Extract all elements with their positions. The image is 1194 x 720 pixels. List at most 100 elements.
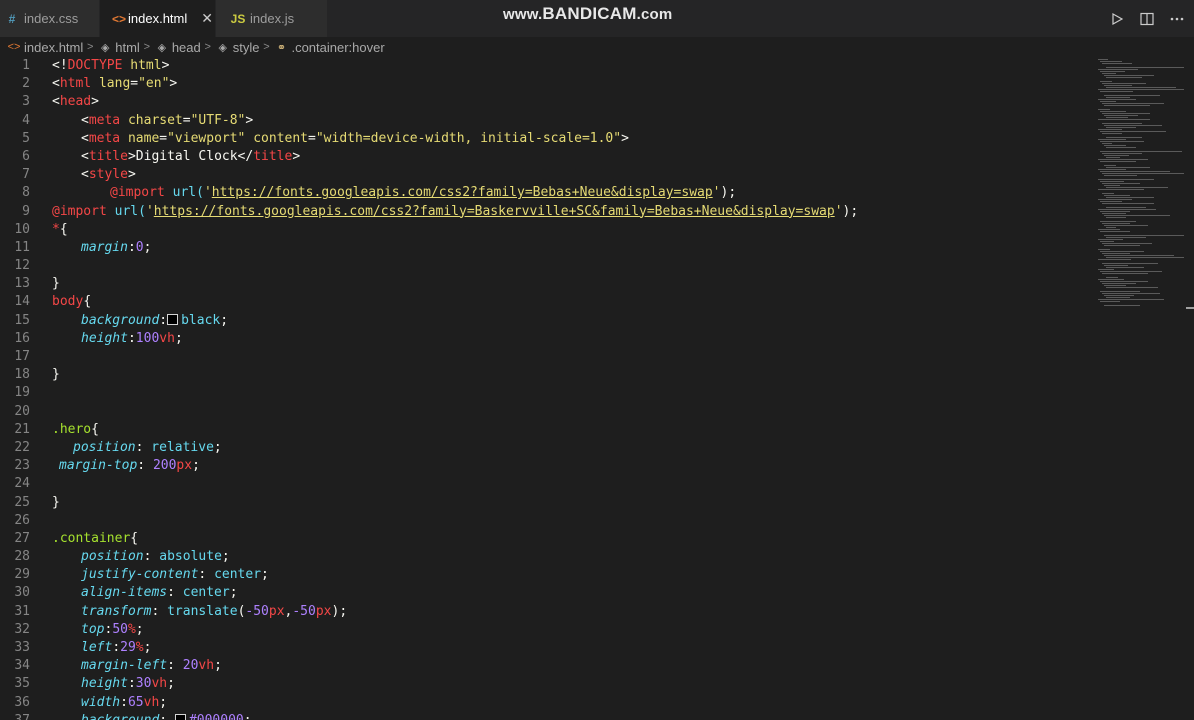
- recording-watermark: www.BANDICAM.com: [503, 4, 673, 23]
- minimap-line: [1098, 279, 1124, 280]
- line-number: 13: [14, 276, 30, 292]
- minimap-line: [1106, 287, 1158, 288]
- minimap-line: [1104, 265, 1128, 266]
- minimap-line: [1104, 235, 1184, 236]
- line-number: 23: [14, 458, 30, 474]
- line-number: 14: [14, 294, 30, 310]
- minimap-line: [1098, 99, 1136, 100]
- line-number: 32: [14, 621, 30, 637]
- line-number: 2: [22, 76, 30, 92]
- minimap-line: [1104, 85, 1132, 86]
- code-line-5: <meta name="viewport" content="width=dev…: [81, 130, 629, 146]
- tab-index-js[interactable]: JS index.js: [216, 0, 328, 37]
- minimap-line: [1098, 189, 1144, 190]
- minimap-line: [1106, 297, 1130, 298]
- minimap-line: [1104, 155, 1129, 156]
- minimap-line: [1098, 89, 1184, 90]
- code-line-37: background: #000000;: [52, 712, 858, 720]
- line-number: 8: [22, 185, 30, 201]
- code-line-30: align-items: center;: [81, 585, 238, 601]
- minimap-line: [1106, 127, 1136, 128]
- tab-index-html[interactable]: <> index.html ✕: [100, 0, 216, 37]
- line-number: 18: [14, 367, 30, 383]
- minimap-line: [1106, 207, 1146, 208]
- minimap-line: [1104, 185, 1120, 186]
- code-line-2: <html lang="en">: [52, 76, 178, 92]
- split-editor-button[interactable]: [1134, 7, 1160, 31]
- code-line-1: <!DOCTYPE html>: [52, 58, 170, 73]
- code-editor[interactable]: 1 2 3 4 5 6 7 8 9 10 11 12 13 14 15 16 17 18 19 20 21 22 23 24 2…: [0, 57, 1090, 720]
- minimap-line: [1106, 137, 1142, 138]
- minimap-line: [1104, 295, 1134, 296]
- minimap-line: [1098, 179, 1154, 180]
- code-line-4: <meta charset="UTF-8">: [81, 112, 254, 128]
- run-button[interactable]: [1104, 7, 1130, 31]
- minimap-line: [1106, 117, 1128, 118]
- breadcrumb-item-file[interactable]: <> index.html: [6, 40, 84, 55]
- tab-label: index.js: [250, 11, 295, 26]
- play-icon: [1112, 12, 1123, 25]
- line-number: 20: [14, 403, 30, 419]
- line-number: 30: [14, 585, 30, 601]
- minimap-line: [1106, 267, 1144, 268]
- minimap[interactable]: [1094, 57, 1186, 720]
- code-line-32: top:50%;: [81, 621, 144, 637]
- minimap-line: [1104, 75, 1154, 76]
- breadcrumb-item-head[interactable]: ◈ head: [154, 40, 201, 55]
- minimap-line: [1102, 273, 1148, 274]
- minimap-line: [1104, 115, 1138, 116]
- minimap-line: [1098, 119, 1150, 120]
- minimap-line: [1100, 201, 1122, 202]
- minimap-line: [1106, 97, 1130, 98]
- line-number: 33: [14, 640, 30, 655]
- breadcrumb-item-selector[interactable]: ⚭ .container:hover: [273, 40, 385, 55]
- symbol-icon: ⚭: [276, 41, 287, 54]
- breadcrumb-item-style[interactable]: ◈ style: [215, 40, 260, 55]
- minimap-line: [1098, 229, 1120, 230]
- js-file-icon: JS: [230, 11, 246, 26]
- minimap-line: [1100, 221, 1136, 222]
- minimap-line: [1106, 227, 1116, 228]
- minimap-line: [1102, 213, 1126, 214]
- color-swatch[interactable]: [167, 313, 179, 325]
- scrollbar-position-marker[interactable]: [1186, 307, 1194, 309]
- minimap-line: [1098, 239, 1123, 240]
- line-number: 25: [14, 494, 30, 510]
- line-number: 3: [22, 94, 30, 110]
- minimap-line: [1100, 181, 1124, 182]
- chevron-right-icon: >: [204, 41, 211, 53]
- line-number: 15: [14, 312, 30, 328]
- minimap-line: [1102, 133, 1122, 134]
- minimap-line: [1100, 301, 1120, 302]
- minimap-line: [1104, 305, 1140, 306]
- breadcrumb-item-html[interactable]: ◈ html: [97, 40, 140, 55]
- code-line-10: *{: [52, 221, 68, 237]
- code-area[interactable]: <!DOCTYPE html> <html lang="en"> <head> …: [52, 57, 858, 720]
- minimap-line: [1104, 255, 1174, 256]
- minimap-line: [1104, 125, 1162, 126]
- chevron-right-icon: >: [143, 41, 151, 53]
- tab-index-css[interactable]: # index.css: [0, 0, 100, 37]
- minimap-line: [1104, 215, 1170, 216]
- color-swatch[interactable]: [174, 713, 186, 720]
- minimap-line: [1102, 73, 1116, 74]
- code-line-21: .hero{: [52, 421, 99, 437]
- line-number: 11: [14, 239, 30, 255]
- line-number: 10: [14, 221, 30, 237]
- more-actions-button[interactable]: [1164, 7, 1190, 31]
- code-line-13: }: [52, 276, 60, 292]
- minimap-line: [1100, 81, 1112, 82]
- line-number: 27: [14, 530, 30, 546]
- cube-icon: ◈: [101, 41, 110, 54]
- close-icon[interactable]: ✕: [201, 10, 213, 27]
- line-number: 7: [22, 167, 30, 183]
- minimap-line: [1100, 281, 1148, 282]
- minimap-line: [1100, 271, 1162, 272]
- minimap-line: [1100, 141, 1144, 142]
- breadcrumb: <> index.html > ◈ html > ◈ head > ◈ style > …: [0, 37, 1194, 57]
- minimap-line: [1106, 87, 1176, 88]
